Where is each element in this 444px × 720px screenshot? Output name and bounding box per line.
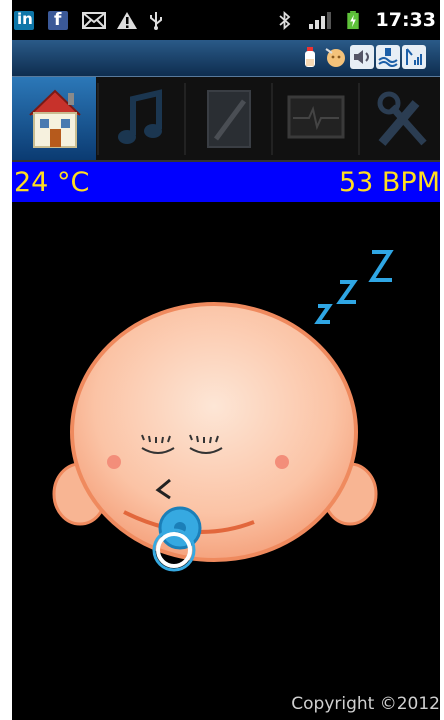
clock: 17:33: [375, 9, 436, 31]
screen-edge-right: [440, 0, 444, 720]
bottle-icon[interactable]: [298, 45, 322, 69]
signal-icon: [309, 12, 331, 29]
screen-edge-left: [0, 0, 12, 720]
status-bar: in f 17:33: [12, 0, 440, 40]
temperature-readout: 24 °C: [14, 167, 90, 198]
battery-charging-icon: [347, 11, 359, 30]
facebook-icon: f: [48, 10, 68, 30]
app-screen: in f 17:33 24 °C 53 BPM Copyright ©2012: [12, 0, 440, 720]
notebook-icon: [207, 90, 251, 148]
house-icon: [29, 89, 81, 148]
tab-notes[interactable]: [186, 77, 270, 160]
tools-icon: [377, 91, 427, 146]
monitor-icon[interactable]: [376, 45, 400, 69]
heart-monitor-icon: [287, 95, 345, 139]
bluetooth-icon: [279, 11, 291, 30]
volume-icon[interactable]: [350, 45, 374, 69]
right-cheek: [275, 455, 289, 469]
tab-home[interactable]: [12, 77, 96, 160]
tab-music[interactable]: [99, 77, 183, 160]
linkedin-icon: in: [14, 10, 34, 30]
info-bar: 24 °C 53 BPM: [12, 162, 440, 202]
feeding-icon[interactable]: [324, 45, 348, 69]
warning-icon: [117, 12, 137, 29]
notification-row: [12, 40, 440, 77]
heart-rate-readout: 53 BPM: [338, 167, 440, 198]
tab-bar: [12, 77, 440, 162]
tab-monitor[interactable]: [273, 77, 357, 160]
network-icon[interactable]: [402, 45, 426, 69]
usb-icon: [150, 12, 162, 30]
baby-head: [70, 302, 358, 562]
left-cheek: [107, 455, 121, 469]
copyright-text: Copyright ©2012: [291, 694, 440, 714]
tab-settings[interactable]: [360, 77, 440, 160]
sleep-zzz-icon: [314, 250, 394, 324]
music-note-icon: [118, 89, 162, 144]
mail-icon: [82, 12, 106, 29]
sleeping-baby-illustration: [52, 250, 394, 572]
